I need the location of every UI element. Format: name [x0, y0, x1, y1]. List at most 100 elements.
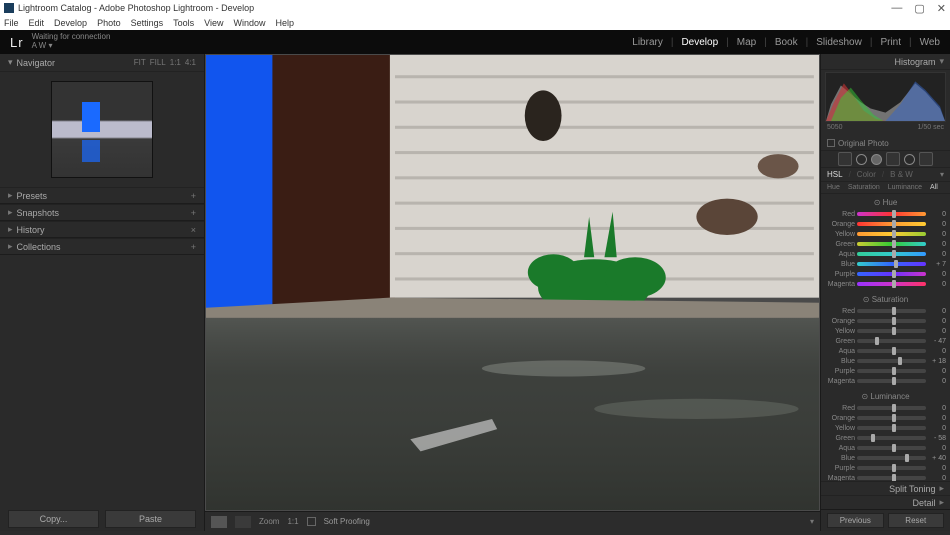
paste-button[interactable]: Paste — [105, 510, 196, 528]
navigator-thumbnail[interactable] — [0, 72, 204, 187]
app-icon — [4, 3, 14, 13]
slider-luminance-yellow[interactable]: Yellow0 — [825, 423, 946, 433]
slider-saturation-green[interactable]: Green- 47 — [825, 336, 946, 346]
slider-hue-yellow[interactable]: Yellow0 — [825, 229, 946, 239]
module-book[interactable]: Book — [775, 37, 798, 48]
module-library[interactable]: Library — [632, 37, 663, 48]
menu-tools[interactable]: Tools — [173, 18, 194, 28]
subtab-all[interactable]: All — [930, 184, 938, 191]
module-slideshow[interactable]: Slideshow — [816, 37, 862, 48]
slider-hue-red[interactable]: Red0 — [825, 209, 946, 219]
minimize-button[interactable]: — — [891, 2, 902, 15]
nav-1to1[interactable]: 1:1 — [170, 58, 181, 67]
slider-luminance-orange[interactable]: Orange0 — [825, 413, 946, 423]
subtab-saturation[interactable]: Saturation — [848, 184, 880, 191]
slider-luminance-aqua[interactable]: Aqua0 — [825, 443, 946, 453]
panel-collections[interactable]: ▸Collections+ — [0, 238, 204, 255]
histogram[interactable] — [825, 72, 946, 122]
panel-presets[interactable]: ▸Presets+ — [0, 187, 204, 204]
subtab-luminance[interactable]: Luminance — [888, 184, 922, 191]
original-photo-label: Original Photo — [838, 139, 889, 148]
shutter-value: 1/50 sec — [918, 124, 944, 136]
nav-fit[interactable]: FIT — [134, 58, 146, 67]
module-web[interactable]: Web — [920, 37, 940, 48]
slider-saturation-aqua[interactable]: Aqua0 — [825, 346, 946, 356]
detail-header[interactable]: Detail▸ — [821, 495, 950, 509]
panel-history[interactable]: ▸History× — [0, 221, 204, 238]
menu-help[interactable]: Help — [276, 18, 295, 28]
original-photo-checkbox[interactable] — [827, 139, 835, 147]
navigator-header[interactable]: ▾ Navigator FIT FILL 1:1 4:1 — [0, 54, 204, 72]
panel-snapshots[interactable]: ▸Snapshots+ — [0, 204, 204, 221]
radial-filter-tool[interactable] — [904, 154, 915, 165]
center-canvas: Zoom 1:1 Soft Proofing ▾ — [205, 54, 820, 531]
slider-luminance-magenta[interactable]: Magenta0 — [825, 473, 946, 481]
navigator-label: Navigator — [17, 58, 56, 68]
loupe-view-button[interactable] — [211, 516, 227, 528]
slider-saturation-magenta[interactable]: Magenta0 — [825, 376, 946, 386]
slider-saturation-yellow[interactable]: Yellow0 — [825, 326, 946, 336]
zoom-value[interactable]: 1:1 — [287, 517, 298, 526]
redeye-tool[interactable] — [871, 154, 882, 165]
hsl-menu-icon[interactable]: ▾ — [940, 170, 944, 179]
hsl-tab-bw[interactable]: B & W — [890, 170, 913, 179]
module-develop[interactable]: Develop — [681, 37, 718, 48]
slider-hue-orange[interactable]: Orange0 — [825, 219, 946, 229]
subtab-hue[interactable]: Hue — [827, 184, 840, 191]
slider-saturation-orange[interactable]: Orange0 — [825, 316, 946, 326]
zoom-label: Zoom — [259, 517, 279, 526]
soft-proof-checkbox[interactable] — [307, 517, 316, 526]
hsl-subtabs: Hue Saturation Luminance All — [821, 182, 950, 194]
module-print[interactable]: Print — [880, 37, 901, 48]
slider-saturation-purple[interactable]: Purple0 — [825, 366, 946, 376]
maximize-button[interactable]: ▢ — [914, 2, 924, 15]
brush-tool[interactable] — [919, 152, 933, 166]
slider-saturation-blue[interactable]: Blue+ 18 — [825, 356, 946, 366]
group-saturation: ⊙ Saturation — [825, 293, 946, 306]
toolbar-menu-icon[interactable]: ▾ — [810, 517, 814, 526]
slider-saturation-red[interactable]: Red0 — [825, 306, 946, 316]
reset-button[interactable]: Reset — [888, 513, 945, 528]
menu-develop[interactable]: Develop — [54, 18, 87, 28]
menu-edit[interactable]: Edit — [29, 18, 45, 28]
soft-proof-label: Soft Proofing — [324, 517, 370, 526]
photo-view[interactable] — [206, 55, 819, 510]
menu-settings[interactable]: Settings — [131, 18, 164, 28]
disclosure-icon: ▾ — [8, 57, 13, 68]
slider-hue-blue[interactable]: Blue+ 7 — [825, 259, 946, 269]
crop-tool[interactable] — [838, 152, 852, 166]
group-hue: ⊙ Hue — [825, 196, 946, 209]
module-map[interactable]: Map — [737, 37, 756, 48]
nav-zoom[interactable]: 4:1 — [185, 58, 196, 67]
slider-hue-green[interactable]: Green0 — [825, 239, 946, 249]
menu-photo[interactable]: Photo — [97, 18, 121, 28]
histogram-header[interactable]: Histogram▾ — [821, 54, 950, 70]
lr-logo: Lr — [10, 35, 24, 50]
nav-fill[interactable]: FILL — [150, 58, 166, 67]
compare-view-button[interactable] — [235, 516, 251, 528]
user-menu[interactable]: A W ▾ — [32, 42, 111, 51]
hsl-tab-hsl[interactable]: HSL — [827, 170, 843, 179]
close-button[interactable]: ✕ — [937, 2, 946, 15]
slider-luminance-red[interactable]: Red0 — [825, 403, 946, 413]
previous-button[interactable]: Previous — [827, 513, 884, 528]
slider-luminance-blue[interactable]: Blue+ 40 — [825, 453, 946, 463]
filmstrip-collapsed[interactable] — [0, 531, 950, 535]
slider-hue-magenta[interactable]: Magenta0 — [825, 279, 946, 289]
menu-window[interactable]: Window — [234, 18, 266, 28]
spot-tool[interactable] — [856, 154, 867, 165]
menu-file[interactable]: File — [4, 18, 19, 28]
slider-luminance-purple[interactable]: Purple0 — [825, 463, 946, 473]
hsl-sliders: ⊙ HueRed0Orange0Yellow0Green0Aqua0Blue+ … — [821, 194, 950, 481]
split-toning-header[interactable]: Split Toning▸ — [821, 481, 950, 495]
iso-value: 5050 — [827, 124, 843, 136]
grad-filter-tool[interactable] — [886, 152, 900, 166]
copy-button[interactable]: Copy... — [8, 510, 99, 528]
menu-view[interactable]: View — [204, 18, 223, 28]
slider-luminance-green[interactable]: Green- 58 — [825, 433, 946, 443]
develop-toolbar: Zoom 1:1 Soft Proofing ▾ — [205, 511, 820, 531]
slider-hue-aqua[interactable]: Aqua0 — [825, 249, 946, 259]
titlebar: Lightroom Catalog - Adobe Photoshop Ligh… — [0, 0, 950, 16]
slider-hue-purple[interactable]: Purple0 — [825, 269, 946, 279]
hsl-tab-color[interactable]: Color — [857, 170, 876, 179]
